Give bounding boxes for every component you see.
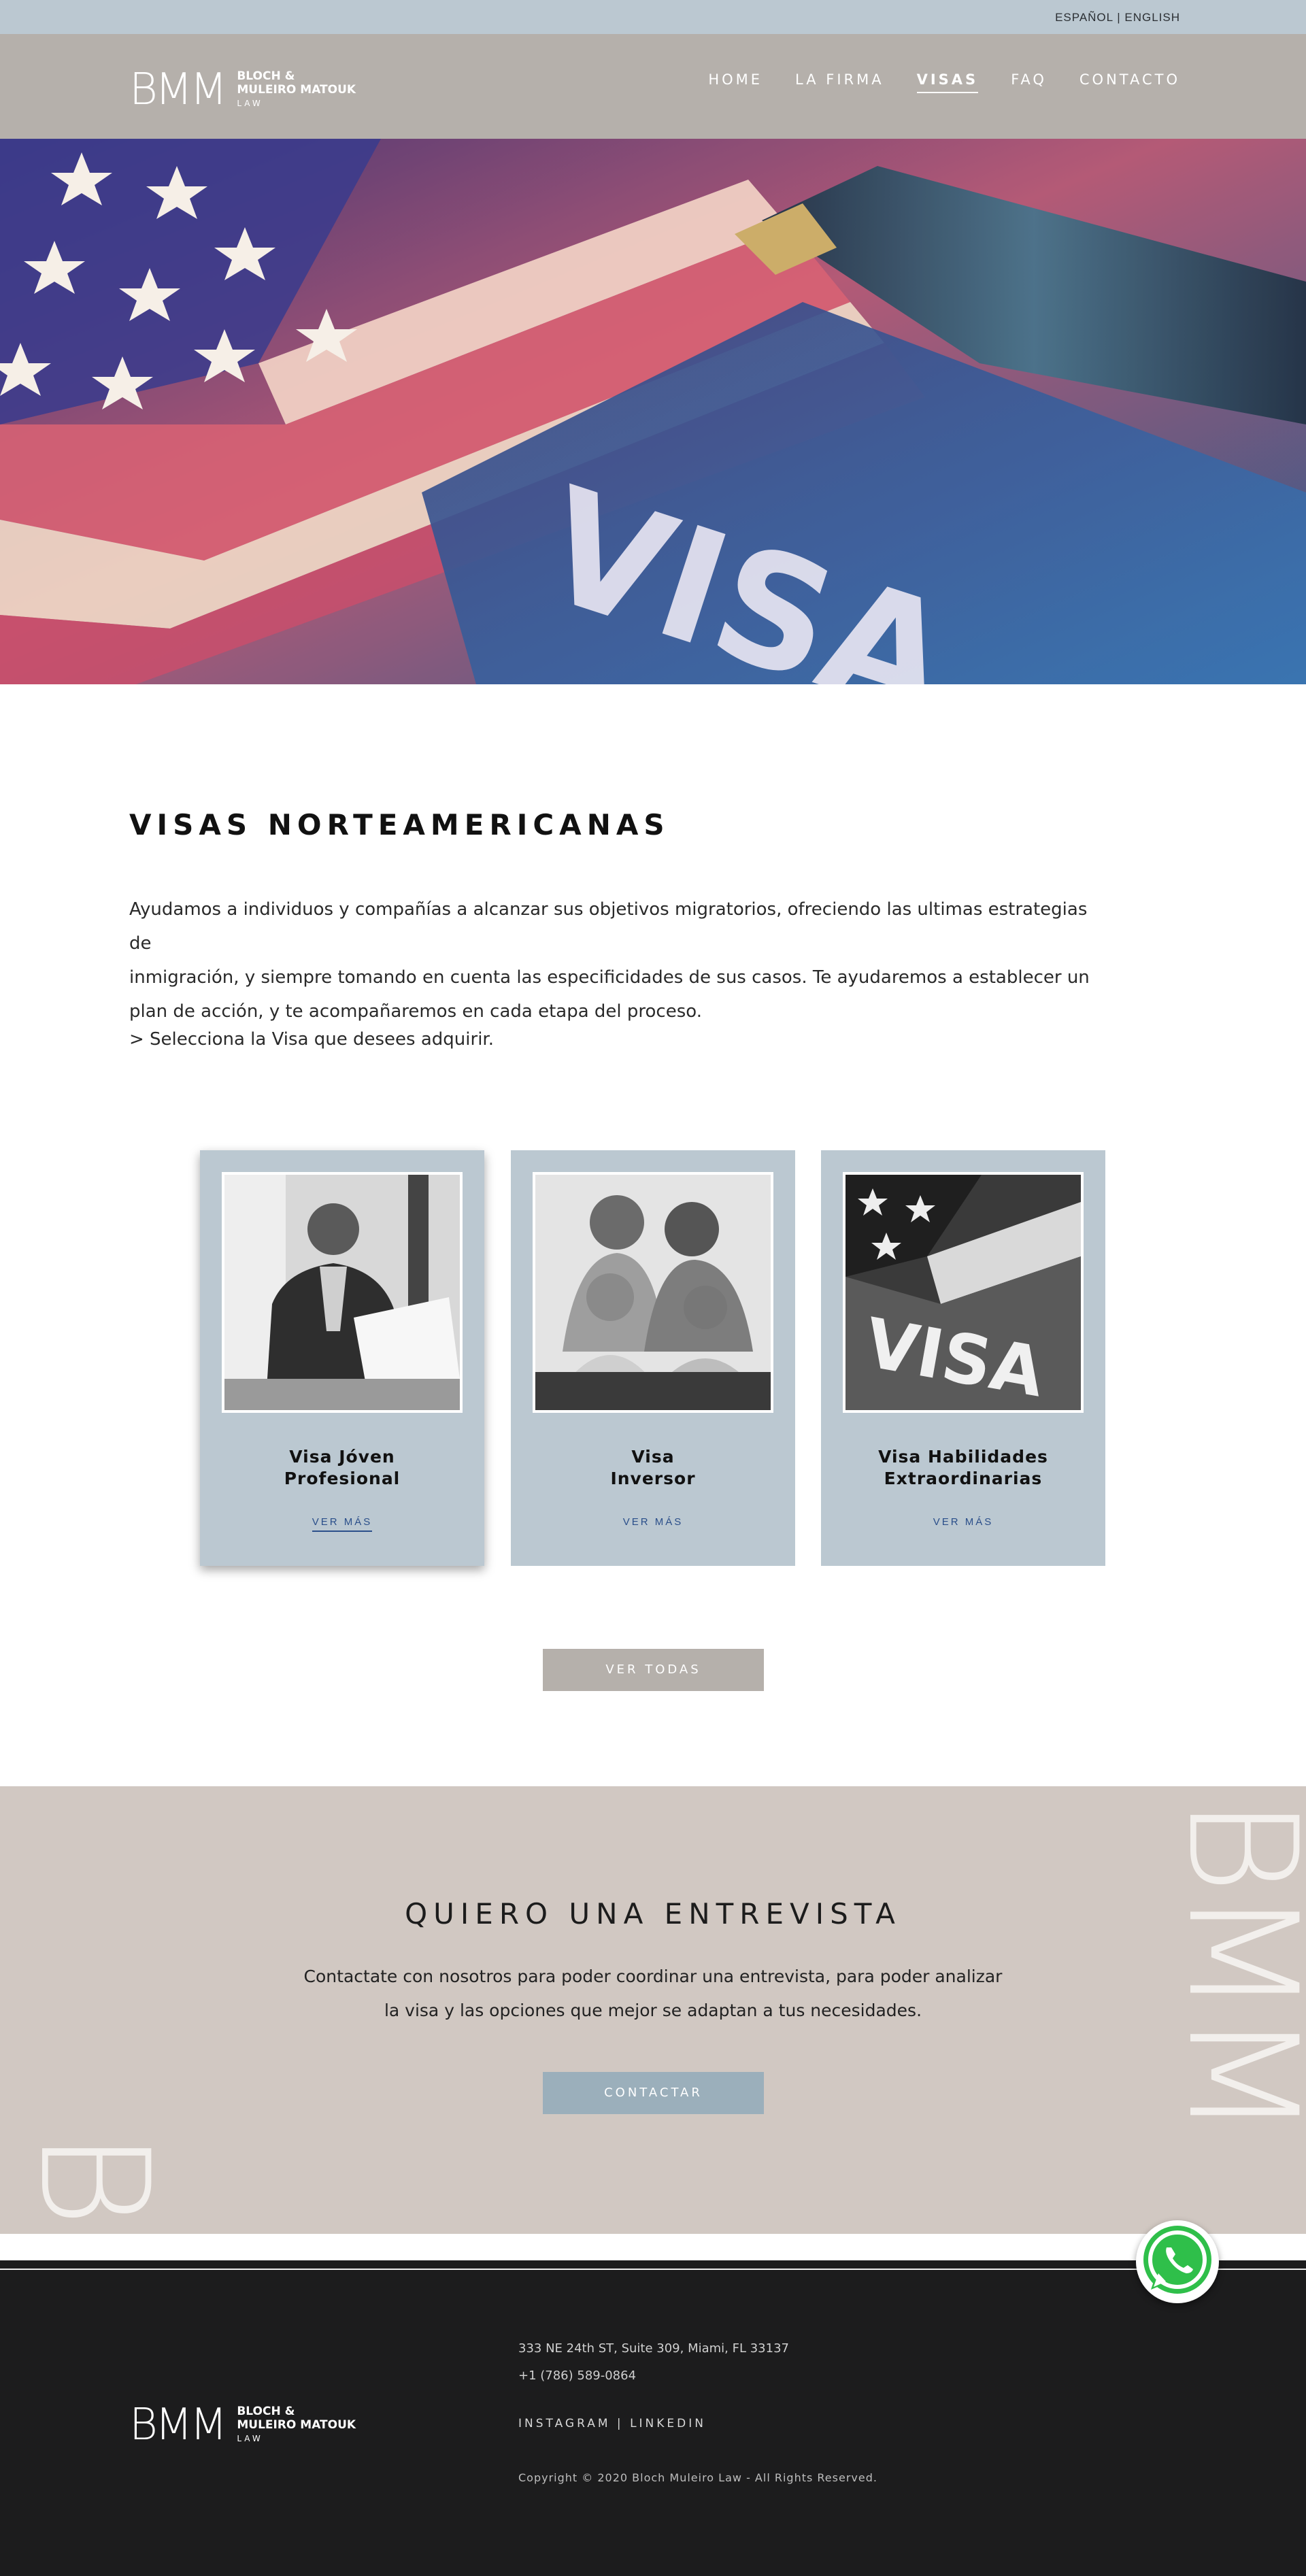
footer-social-links: INSTAGRAM | LINKEDIN <box>518 2417 706 2430</box>
visa-card-joven-profesional[interactable]: Visa Jóven Profesional VER MÁS <box>200 1150 484 1566</box>
logo-line-3: LAW <box>237 99 263 108</box>
footer-logo-wordmark: BLOCH & MULEIRO MATOUK LAW <box>237 2405 356 2445</box>
footer-logo-mark: BMM <box>129 2400 227 2450</box>
ver-mas-link[interactable]: VER MÁS <box>312 1516 373 1532</box>
professional-man-image <box>224 1175 460 1410</box>
visa-document-image: VISA <box>845 1175 1081 1410</box>
footer-logo-line-3: LAW <box>237 2434 263 2443</box>
instagram-link[interactable]: INSTAGRAM <box>518 2417 611 2430</box>
visa-document-photo: VISA <box>843 1172 1084 1413</box>
hero-flag-visa-illustration: VISA <box>0 139 1306 684</box>
ver-todas-button[interactable]: VER TODAS <box>543 1649 764 1691</box>
visa-card-more: VER MÁS <box>200 1516 484 1532</box>
interview-text: Contactate con nosotros para poder coord… <box>0 1960 1306 2028</box>
footer-contact-info: 333 NE 24th ST, Suite 309, Miami, FL 331… <box>518 2335 789 2390</box>
visa-card-more: VER MÁS <box>821 1516 1105 1528</box>
logo-line-2: MULEIRO MATOUK <box>237 83 356 97</box>
nav-faq[interactable]: FAQ <box>1011 71 1047 93</box>
site-footer: BMM BLOCH & MULEIRO MATOUK LAW 333 NE 24… <box>0 2260 1306 2576</box>
footer-copyright: Copyright © 2020 Bloch Muleiro Law - All… <box>518 2471 877 2484</box>
footer-logo-line-1: BLOCH & <box>237 2405 295 2418</box>
visa-card-title-line-2: Profesional <box>284 1469 401 1488</box>
visa-card-title-line-1: Visa <box>631 1447 675 1467</box>
language-english-link[interactable]: ENGLISH <box>1124 11 1180 24</box>
main-nav: HOME LA FIRMA VISAS FAQ CONTACTO <box>708 71 1180 93</box>
interview-text-line-2: la visa y las opciones que mejor se adap… <box>384 2001 922 2020</box>
social-separator: | <box>610 2417 631 2430</box>
logo-mark: BMM <box>129 65 227 115</box>
hero-image: VISA <box>0 139 1306 684</box>
footer-logo[interactable]: BMM BLOCH & MULEIRO MATOUK LAW <box>129 2403 356 2447</box>
language-espanol-link[interactable]: ESPAÑOL <box>1055 11 1113 24</box>
contactar-button[interactable]: CONTACTAR <box>543 2072 764 2114</box>
ver-mas-link[interactable]: VER MÁS <box>623 1516 684 1530</box>
interview-title: QUIERO UNA ENTREVISTA <box>405 1897 901 1930</box>
visa-card-inversor[interactable]: Visa Inversor VER MÁS <box>511 1150 795 1566</box>
interview-section: BMM BMM QUIERO UNA ENTREVISTA Contactate… <box>0 1786 1306 2234</box>
nav-contacto[interactable]: CONTACTO <box>1079 71 1180 93</box>
intro-line-2: inmigración, y siempre tomando en cuenta… <box>129 967 1090 988</box>
logo-wordmark: BLOCH & MULEIRO MATOUK LAW <box>237 69 356 110</box>
footer-logo-line-2: MULEIRO MATOUK <box>237 2418 356 2432</box>
site-logo[interactable]: BMM BLOCH & MULEIRO MATOUK LAW <box>129 68 356 112</box>
nav-home[interactable]: HOME <box>708 71 763 93</box>
visa-card-title: Visa Inversor <box>511 1446 795 1490</box>
interview-text-line-1: Contactate con nosotros para poder coord… <box>303 1967 1003 1986</box>
intro-paragraph: Ayudamos a individuos y compañías a alca… <box>129 892 1095 1028</box>
nav-la-firma[interactable]: LA FIRMA <box>795 71 884 93</box>
language-switcher: ESPAÑOL | ENGLISH <box>1055 11 1180 24</box>
linkedin-link[interactable]: LINKEDIN <box>630 2417 706 2430</box>
visa-card-title-line-1: Visa Jóven <box>289 1447 395 1467</box>
whatsapp-button[interactable] <box>1136 2220 1219 2303</box>
visa-card-title: Visa Jóven Profesional <box>200 1446 484 1490</box>
visa-card-title-line-2: Inversor <box>610 1469 696 1488</box>
family-image <box>535 1175 771 1410</box>
nav-visas[interactable]: VISAS <box>916 71 979 93</box>
language-separator: | <box>1113 11 1125 24</box>
visa-card-more: VER MÁS <box>511 1516 795 1528</box>
site-header: BMM BLOCH & MULEIRO MATOUK LAW HOME LA F… <box>0 34 1306 139</box>
visa-card-title-line-1: Visa Habilidades <box>878 1447 1048 1467</box>
family-photo <box>533 1172 773 1413</box>
visa-card-title: Visa Habilidades Extraordinarias <box>821 1446 1105 1490</box>
bmm-watermark-left: BMM <box>7 2130 181 2234</box>
footer-divider <box>0 2269 1306 2270</box>
page-title: VISAS NORTEAMERICANAS <box>129 808 670 841</box>
select-visa-hint: > Selecciona la Visa que desees adquirir… <box>129 1029 494 1050</box>
ver-mas-link[interactable]: VER MÁS <box>933 1516 994 1530</box>
visa-card-title-line-2: Extraordinarias <box>884 1469 1043 1488</box>
footer-address: 333 NE 24th ST, Suite 309, Miami, FL 331… <box>518 2341 789 2356</box>
whatsapp-icon <box>1143 2226 1211 2294</box>
visa-card-habilidades-extraordinarias[interactable]: VISA Visa Habilidades Extraordinarias VE… <box>821 1150 1105 1566</box>
language-bar: ESPAÑOL | ENGLISH <box>0 0 1306 34</box>
footer-phone[interactable]: +1 (786) 589-0864 <box>518 2362 789 2390</box>
intro-line-3: plan de acción, y te acompañaremos en ca… <box>129 1001 702 1022</box>
professional-man-photo <box>222 1172 463 1413</box>
logo-line-1: BLOCH & <box>237 69 295 83</box>
intro-line-1: Ayudamos a individuos y compañías a alca… <box>129 899 1088 954</box>
